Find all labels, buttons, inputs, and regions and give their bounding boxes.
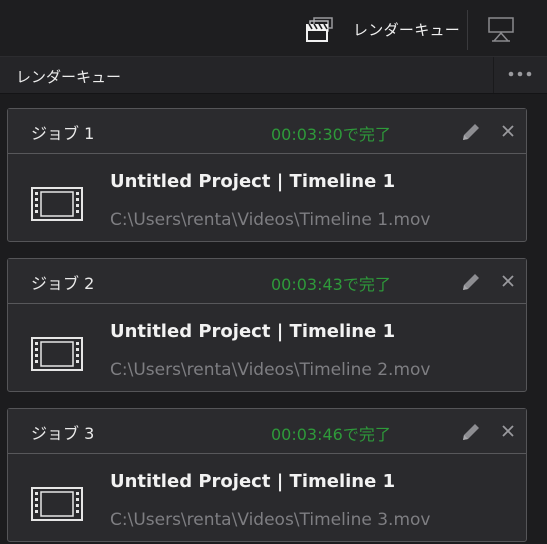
job-name: ジョブ 1 <box>31 124 95 143</box>
render-job-card[interactable]: ジョブ 2 00:03:43で完了 Untitled Project | Tim… <box>7 258 527 392</box>
toolbar-divider <box>467 10 468 50</box>
job-header: ジョブ 3 00:03:46で完了 <box>8 409 526 454</box>
panel-header-divider <box>493 57 494 93</box>
close-icon[interactable] <box>498 121 518 141</box>
job-title: Untitled Project | Timeline 1 <box>110 171 396 192</box>
monitor-icon[interactable] <box>487 15 515 43</box>
close-icon[interactable] <box>498 421 518 441</box>
job-header: ジョブ 1 00:03:30で完了 <box>8 109 526 154</box>
job-body: Untitled Project | Timeline 1 C:\Users\r… <box>8 154 526 242</box>
job-title: Untitled Project | Timeline 1 <box>110 471 396 492</box>
film-strip-icon <box>31 487 83 521</box>
job-body: Untitled Project | Timeline 1 C:\Users\r… <box>8 454 526 542</box>
render-queue-toolbar-label[interactable]: レンダーキュー <box>353 19 460 40</box>
job-title: Untitled Project | Timeline 1 <box>110 321 396 342</box>
job-output-path: C:\Users\renta\Videos\Timeline 2.mov <box>110 360 431 380</box>
render-job-card[interactable]: ジョブ 3 00:03:46で完了 Untitled Project | Tim… <box>7 408 527 542</box>
edit-pencil-icon[interactable] <box>459 420 483 444</box>
job-status: 00:03:30で完了 <box>271 125 391 144</box>
job-body: Untitled Project | Timeline 1 C:\Users\r… <box>8 304 526 392</box>
film-strip-icon <box>31 337 83 371</box>
edit-pencil-icon[interactable] <box>459 120 483 144</box>
render-queue-clapper-icon[interactable] <box>305 16 335 44</box>
render-queue-list: ジョブ 1 00:03:30で完了 Untitled Project | Tim… <box>0 94 547 544</box>
job-name: ジョブ 2 <box>31 274 95 293</box>
film-strip-icon <box>31 187 83 221</box>
render-queue-panel-header: レンダーキュー <box>0 57 547 94</box>
close-icon[interactable] <box>498 271 518 291</box>
job-status: 00:03:43で完了 <box>271 275 391 294</box>
job-header: ジョブ 2 00:03:43で完了 <box>8 259 526 304</box>
job-output-path: C:\Users\renta\Videos\Timeline 3.mov <box>110 510 431 530</box>
top-toolbar: レンダーキュー <box>0 0 547 57</box>
edit-pencil-icon[interactable] <box>459 270 483 294</box>
more-options-icon[interactable] <box>507 65 533 83</box>
render-job-card[interactable]: ジョブ 1 00:03:30で完了 Untitled Project | Tim… <box>7 108 527 242</box>
job-status: 00:03:46で完了 <box>271 425 391 444</box>
job-name: ジョブ 3 <box>31 424 95 443</box>
job-output-path: C:\Users\renta\Videos\Timeline 1.mov <box>110 210 431 230</box>
panel-title: レンダーキュー <box>16 68 122 86</box>
